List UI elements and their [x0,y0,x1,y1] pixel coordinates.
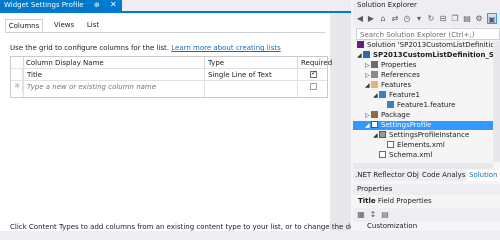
solution-explorer-toolbar: ◀ ▶ ⌂ ⇄ ◷ ▾ ↻ ⊟ ❐ ▤ ⚙ ▣ [353,11,500,27]
tab-reflector[interactable]: .NET Reflector Obj... [353,170,419,181]
feature-icon [387,101,394,108]
properties-title: Properties [353,184,500,195]
tree-item-references[interactable]: ▷ References [365,71,420,80]
document-tab[interactable]: Widget Settings Profile ⊕ ✕ [0,0,122,11]
tree-horizontal-scrollbar[interactable] [353,163,493,169]
refresh-icon[interactable]: ↻ [426,13,436,24]
header-separator [23,57,24,68]
tree-item-schema-xml[interactable]: Schema.xml [379,151,432,160]
xml-icon [379,151,386,158]
xml-icon [387,141,394,148]
tab-code-analysis[interactable]: Code Analysis [420,170,466,181]
column-header-required[interactable]: Required [298,57,332,68]
back-icon[interactable]: ◀ [355,13,365,24]
view-designer-icon[interactable]: ▣ [487,13,497,24]
properties-object-name: Title [358,197,376,205]
property-category[interactable]: Customization [353,222,500,231]
new-row-icon: ☼ [14,82,21,90]
required-checkbox[interactable] [310,83,317,90]
tree-item-package[interactable]: ▷ Package [365,111,410,120]
project-icon [363,51,370,58]
tab-views[interactable]: Views [50,19,78,33]
pending-changes-icon[interactable]: ▾ [414,13,424,24]
tree-item-elements-xml[interactable]: Elements.xml [387,141,445,150]
tree-item-solution[interactable]: Solution 'SP2013CustomListDefinition_Set… [357,41,500,50]
tree-item-project[interactable]: ◢SP2013CustomListDefinition_SettingsPr [357,51,500,60]
tree-vertical-scrollbar[interactable] [493,41,500,162]
row-header[interactable]: ☼ [11,81,23,93]
columns-grid: Column Display Name Type Required Title … [10,56,332,98]
column-header-type[interactable]: Type [205,57,295,68]
list-icon [371,121,378,128]
close-icon[interactable]: ✕ [110,0,117,9]
tree-item-properties[interactable]: ▷ Properties [365,61,416,70]
solution-tree: Solution 'SP2013CustomListDefinition_Set… [353,41,500,162]
column-header-display-name[interactable]: Column Display Name [23,57,203,68]
alphabetical-icon[interactable]: ↕ [368,209,378,220]
content-types-hint: Click Content Types to add columns from … [10,223,400,231]
tree-item-settingsprofile[interactable]: ◢ SettingsProfile [353,121,493,130]
element-icon [379,131,386,138]
new-column-input[interactable]: Type a new or existing column name [27,83,156,91]
designer-scrollbar[interactable] [330,13,351,231]
property-category-label: Customization [367,222,418,230]
intro-label: Use the grid to configure columns for th… [10,44,170,52]
column-name-cell[interactable]: Title [27,71,42,79]
properties-toolbar: ▦ ↕ ▤ [353,208,500,222]
solution-explorer-search[interactable]: Search Solution Explorer (Ctrl+;) [356,28,500,40]
categorized-icon[interactable]: ▦ [356,209,366,220]
checkmark-icon: ✓ [311,69,317,77]
tool-window-tabs: .NET Reflector Obj... Code Analysis Solu… [353,170,500,181]
tree-item-feature1[interactable]: ◢ Feature1 [373,91,420,100]
forward-icon[interactable]: ▶ [366,13,376,24]
tree-item-features[interactable]: ◢ Features [365,81,411,90]
column-type-cell[interactable]: Single Line of Text [208,71,272,79]
designer-tabs: Columns Views List [5,19,125,33]
references-icon [371,71,378,78]
tab-solution-explorer[interactable]: Solution Exp [467,170,500,181]
properties-icon[interactable]: ⚙ [474,13,484,24]
property-pages-icon[interactable]: ▤ [380,209,390,220]
wrench-icon [371,61,378,68]
folder-icon [371,81,378,88]
tab-columns[interactable]: Columns [5,19,43,33]
tree-item-settingsprofileinstance[interactable]: ◢ SettingsProfileInstance [373,131,469,140]
document-tab-title: Widget Settings Profile [4,1,84,9]
learn-more-link[interactable]: Learn more about creating lists [171,44,280,52]
intro-text: Use the grid to configure columns for th… [10,44,281,52]
history-icon[interactable]: ◷ [402,13,412,24]
tab-list[interactable]: List [83,19,103,33]
table-row-new[interactable]: ☼ Type a new or existing column name [11,80,327,93]
properties-object-selector[interactable]: Title Field Properties [353,196,500,207]
solution-explorer-title: Solution Explorer [353,0,500,11]
home-icon[interactable]: ⌂ [378,13,388,24]
solution-icon [357,41,364,48]
collapse-all-icon[interactable]: ⊟ [438,13,448,24]
properties-object-type: Field Properties [377,197,432,205]
tree-item-feature1-feature[interactable]: Feature1.feature [387,101,455,110]
sync-icon[interactable]: ⇄ [390,13,400,24]
copy-icon[interactable]: ❐ [450,13,460,24]
tab-divider [5,32,325,33]
package-icon [371,111,378,118]
show-all-files-icon[interactable]: ▤ [462,13,472,24]
feature-icon [379,91,386,98]
pin-icon[interactable]: ⊕ [94,1,100,9]
required-checkbox[interactable]: ✓ [310,69,317,78]
